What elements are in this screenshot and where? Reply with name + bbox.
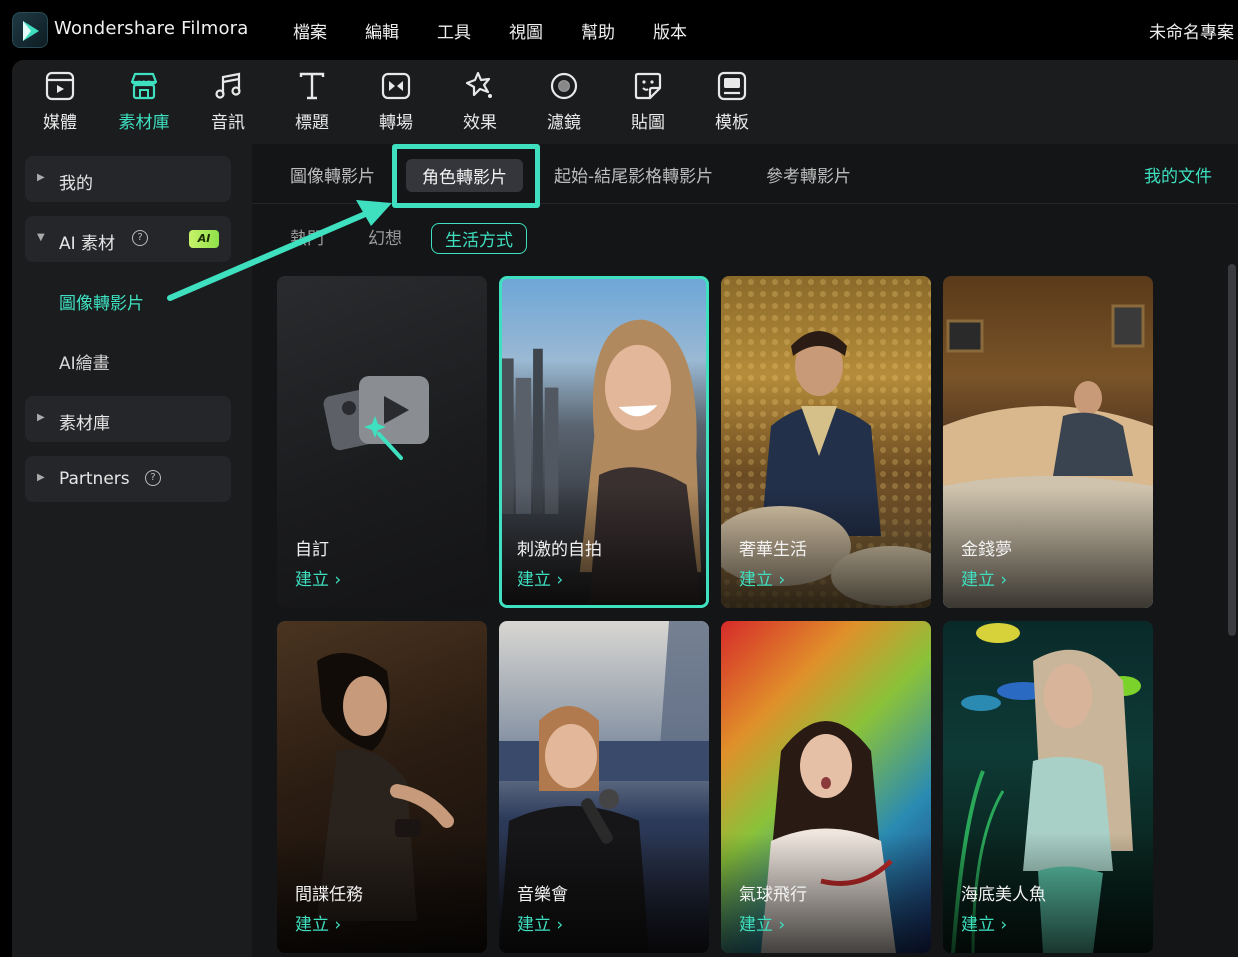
create-link[interactable]: 建立 ›: [295, 910, 341, 935]
create-link[interactable]: 建立 ›: [739, 565, 785, 590]
tab-bar: 圖像轉影片 角色轉影片 起始-結尾影格轉影片 參考轉影片 我的文件: [252, 144, 1238, 208]
menu-view[interactable]: 視圖: [490, 18, 562, 43]
tool-transitions[interactable]: 轉場: [354, 70, 438, 140]
effects-icon: [465, 71, 492, 98]
caret-right-icon: ▶: [37, 172, 45, 183]
tab-image-to-video[interactable]: 圖像轉影片: [290, 162, 375, 187]
title-text-icon: [299, 72, 325, 100]
card-title: 刺激的自拍: [517, 540, 602, 560]
tool-stock-library-label: 素材庫: [118, 113, 170, 133]
template-card[interactable]: 奢華生活 建立 ›: [721, 276, 931, 608]
project-name[interactable]: 未命名專案: [1149, 18, 1234, 43]
sidebar-item-ai-painting[interactable]: AI繪畫: [59, 349, 110, 374]
menu-file[interactable]: 檔案: [274, 18, 346, 43]
template-card[interactable]: 金錢夢 建立 ›: [943, 276, 1153, 608]
filmora-logo-icon: [12, 12, 48, 48]
tool-effects[interactable]: 效果: [438, 70, 522, 140]
sticker-icon: [634, 72, 662, 100]
card-title: 音樂會: [517, 885, 568, 905]
help-icon[interactable]: ?: [132, 230, 148, 246]
menu-tools[interactable]: 工具: [418, 18, 490, 43]
chip-lifestyle[interactable]: 生活方式: [431, 223, 527, 254]
ai-badge: AI: [189, 230, 219, 248]
caret-right-icon: ▶: [37, 412, 45, 423]
sidebar-group-mine[interactable]: ▶ 我的: [25, 156, 231, 202]
caret-right-icon: ▶: [37, 472, 45, 483]
help-icon[interactable]: ?: [145, 470, 161, 486]
main-panel: 媒體 素材庫 音訊 標題 轉場 效果 濾鏡 貼圖 模板 ▶ 我的 ▼ AI 素材…: [12, 60, 1238, 957]
sidebar-item-image-to-video[interactable]: 圖像轉影片: [59, 289, 144, 314]
card-title: 海底美人魚: [961, 885, 1046, 905]
sidebar-group-mine-label: 我的: [59, 174, 93, 194]
menu-edit[interactable]: 編輯: [346, 18, 418, 43]
menu-help[interactable]: 幫助: [562, 18, 634, 43]
menu-bar: 檔案 編輯 工具 視圖 幫助 版本: [274, 18, 706, 43]
card-title: 金錢夢: [961, 540, 1012, 560]
tool-titles-label: 標題: [295, 113, 329, 133]
create-link[interactable]: 建立 ›: [517, 910, 563, 935]
scrollbar[interactable]: [1228, 264, 1236, 636]
template-card[interactable]: 音樂會 建立 ›: [499, 621, 709, 953]
sidebar-group-partners[interactable]: ▶ Partners ?: [25, 456, 231, 502]
tab-reference-to-video[interactable]: 參考轉影片: [766, 162, 851, 187]
tool-filters[interactable]: 濾鏡: [522, 70, 606, 140]
create-link[interactable]: 建立 ›: [517, 565, 563, 590]
tool-stickers-label: 貼圖: [631, 113, 665, 133]
sidebar-group-ai-label: AI 素材: [59, 234, 116, 254]
template-icon: [717, 71, 747, 101]
transition-icon: [381, 72, 411, 100]
body-area: ▶ 我的 ▼ AI 素材 ? AI 圖像轉影片 AI繪畫 ▶ 素材庫 ▶ Par…: [12, 144, 1238, 957]
tool-filters-label: 濾鏡: [547, 113, 581, 133]
tool-stock-library[interactable]: 素材庫: [102, 70, 186, 140]
sidebar-group-ai[interactable]: ▼ AI 素材 ? AI: [25, 216, 231, 262]
sidebar: ▶ 我的 ▼ AI 素材 ? AI 圖像轉影片 AI繪畫 ▶ 素材庫 ▶ Par…: [12, 144, 252, 957]
tab-start-end-frame-to-video[interactable]: 起始-結尾影格轉影片: [554, 162, 713, 187]
tool-effects-label: 效果: [463, 113, 497, 133]
media-icon: [45, 71, 75, 101]
template-card[interactable]: 氣球飛行 建立 ›: [721, 621, 931, 953]
app-title: Wondershare Filmora: [54, 18, 249, 39]
tool-media-label: 媒體: [43, 113, 77, 133]
filter-icon: [550, 72, 578, 100]
sidebar-group-library[interactable]: ▶ 素材庫: [25, 396, 231, 442]
sidebar-group-partners-label: Partners: [59, 469, 130, 489]
tab-character-to-video[interactable]: 角色轉影片: [406, 159, 523, 192]
content-area: 圖像轉影片 角色轉影片 起始-結尾影格轉影片 參考轉影片 我的文件 熱門 幻想 …: [252, 144, 1238, 957]
tool-templates[interactable]: 模板: [690, 70, 774, 140]
chip-fantasy[interactable]: 幻想: [368, 224, 402, 249]
music-note-icon: [215, 72, 241, 99]
template-card[interactable]: 間諜任務 建立 ›: [277, 621, 487, 953]
create-link[interactable]: 建立 ›: [961, 910, 1007, 935]
create-link[interactable]: 建立 ›: [295, 565, 341, 590]
create-link[interactable]: 建立 ›: [739, 910, 785, 935]
tool-transitions-label: 轉場: [379, 113, 413, 133]
sidebar-group-library-label: 素材庫: [59, 414, 110, 434]
template-card[interactable]: 自訂 建立 ›: [277, 276, 487, 608]
card-title: 奢華生活: [739, 540, 807, 560]
caret-down-icon: ▼: [37, 232, 45, 243]
tool-stickers[interactable]: 貼圖: [606, 70, 690, 140]
title-bar: Wondershare Filmora 檔案 編輯 工具 視圖 幫助 版本 未命…: [0, 0, 1238, 60]
create-link[interactable]: 建立 ›: [961, 565, 1007, 590]
card-title: 自訂: [295, 540, 329, 560]
chip-popular[interactable]: 熱門: [290, 224, 324, 249]
tool-audio-label: 音訊: [211, 113, 245, 133]
menu-version[interactable]: 版本: [634, 18, 706, 43]
my-documents-link[interactable]: 我的文件: [1144, 162, 1212, 187]
tool-media[interactable]: 媒體: [18, 70, 102, 140]
tool-titles[interactable]: 標題: [270, 70, 354, 140]
card-title: 氣球飛行: [739, 885, 807, 905]
stock-library-icon: [130, 72, 158, 100]
template-card[interactable]: 刺激的自拍 建立 ›: [499, 276, 709, 608]
template-card[interactable]: 海底美人魚 建立 ›: [943, 621, 1153, 953]
card-title: 間諜任務: [295, 885, 363, 905]
tool-templates-label: 模板: [715, 113, 749, 133]
tool-audio[interactable]: 音訊: [186, 70, 270, 140]
top-toolbar: 媒體 素材庫 音訊 標題 轉場 效果 濾鏡 貼圖 模板: [12, 60, 1238, 144]
